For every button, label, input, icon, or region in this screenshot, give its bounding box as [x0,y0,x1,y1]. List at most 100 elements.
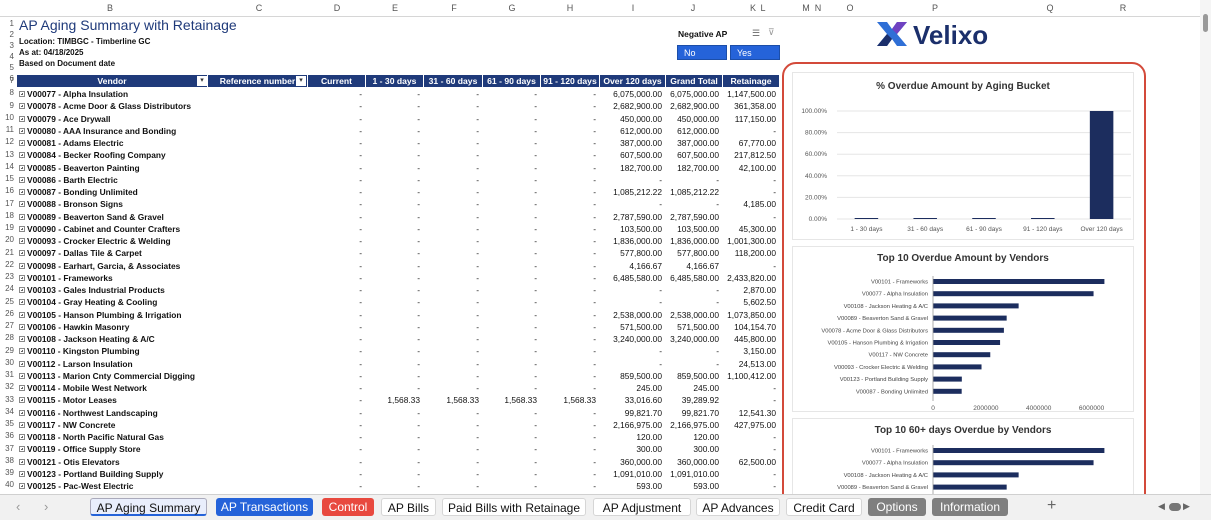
amount-cell[interactable]: - [424,149,479,161]
amount-cell[interactable]: 2,682,900.00 [666,100,719,112]
amount-cell[interactable]: - [308,100,362,112]
amount-cell[interactable]: - [666,174,719,186]
expand-plus-icon[interactable] [19,483,25,489]
expand-plus-icon[interactable] [19,238,25,244]
amount-cell[interactable]: - [366,100,420,112]
amount-cell[interactable]: - [483,211,537,223]
column-letter[interactable]: N [810,0,826,17]
amount-cell[interactable]: - [366,272,420,284]
row-number[interactable]: 11 [0,125,14,134]
amount-cell[interactable]: - [308,223,362,235]
amount-cell[interactable]: 1,836,000.00 [666,235,719,247]
amount-cell[interactable]: 612,000.00 [600,125,662,137]
expand-plus-icon[interactable] [19,385,25,391]
amount-cell[interactable]: - [308,149,362,161]
row-number[interactable]: 28 [0,333,14,342]
amount-cell[interactable]: - [483,370,537,382]
amount-cell[interactable]: 1,568.33 [483,394,537,406]
column-letter[interactable]: D [329,0,345,17]
amount-cell[interactable]: - [366,321,420,333]
expand-plus-icon[interactable] [19,103,25,110]
amount-cell[interactable]: - [483,480,537,492]
row-number[interactable]: 5 [0,63,14,72]
amount-cell[interactable]: 607,500.00 [666,149,719,161]
amount-cell[interactable]: 245.00 [666,382,719,394]
amount-cell[interactable]: - [366,247,420,259]
column-letter[interactable]: I [625,0,641,17]
bar[interactable] [933,376,962,382]
amount-cell[interactable]: - [308,235,362,247]
bar[interactable] [933,448,1105,453]
amount-cell[interactable]: 120.00 [666,431,719,443]
amount-cell[interactable]: - [541,358,596,370]
bar[interactable] [933,484,1007,490]
amount-cell[interactable]: 361,358.00 [723,100,776,112]
amount-cell[interactable]: - [366,186,420,198]
chart-top10-overdue[interactable]: Top 10 Overdue Amount by Vendors V00101 … [792,246,1134,412]
amount-cell[interactable]: - [366,125,420,137]
amount-cell[interactable]: 445,800.00 [723,333,776,345]
row-number[interactable]: 2 [0,30,14,39]
scroll-right-icon[interactable]: ▶ [1183,501,1190,512]
amount-cell[interactable]: - [424,431,479,443]
amount-cell[interactable]: - [308,174,362,186]
vendor-cell[interactable]: V00078 - Acme Door & Glass Distributors [19,100,191,112]
vendor-cell[interactable]: V00116 - Northwest Landscaping [19,407,158,419]
expand-plus-icon[interactable] [19,323,25,330]
vendor-cell[interactable]: V00121 - Otis Elevators [19,456,120,468]
amount-cell[interactable]: - [424,382,479,394]
amount-cell[interactable]: 577,800.00 [600,247,662,259]
row-number[interactable]: 30 [0,358,14,367]
spreadsheet-grid[interactable]: BCDEFGHIJKLMNOPQR 1 2 3 4 5 6 7 8 9 10 11 12 13 14 15 1… [0,0,1211,494]
next-sheet-icon[interactable]: › [44,499,48,514]
amount-cell[interactable]: 607,500.00 [600,149,662,161]
amount-cell[interactable]: - [483,296,537,308]
bar[interactable] [1031,218,1055,219]
amount-cell[interactable]: 2,538,000.00 [666,309,719,321]
amount-cell[interactable]: - [308,358,362,370]
amount-cell[interactable]: 1,568.33 [424,394,479,406]
amount-cell[interactable]: - [600,358,662,370]
amount-cell[interactable]: - [483,223,537,235]
vendor-cell[interactable]: V00112 - Larson Insulation [19,358,133,370]
row-number[interactable]: 12 [0,137,14,146]
amount-cell[interactable]: - [541,113,596,125]
amount-cell[interactable]: - [424,137,479,149]
expand-plus-icon[interactable] [19,434,25,440]
row-number[interactable]: 37 [0,444,14,453]
expand-plus-icon[interactable] [19,213,25,220]
amount-cell[interactable]: 4,185.00 [723,198,776,210]
vendor-cell[interactable]: V00106 - Hawkin Masonry [19,321,129,333]
amount-cell[interactable]: - [483,468,537,480]
amount-cell[interactable]: 182,700.00 [600,162,662,174]
amount-cell[interactable]: 39,289.92 [666,394,719,406]
amount-cell[interactable]: - [366,284,420,296]
column-header[interactable]: 31 - 60 days [424,75,482,87]
amount-cell[interactable]: - [666,284,719,296]
column-letter[interactable]: L [755,0,771,17]
expand-plus-icon[interactable] [19,250,25,257]
amount-cell[interactable]: 2,787,590.00 [600,211,662,223]
expand-plus-icon[interactable] [19,348,25,355]
amount-cell[interactable]: - [366,382,420,394]
row-number[interactable]: 1 [0,19,14,28]
row-number[interactable]: 13 [0,150,14,159]
amount-cell[interactable]: - [600,284,662,296]
amount-cell[interactable]: - [483,382,537,394]
amount-cell[interactable]: - [366,149,420,161]
bar[interactable] [933,315,1007,321]
amount-cell[interactable]: 2,870.00 [723,284,776,296]
amount-cell[interactable]: 182,700.00 [666,162,719,174]
bar[interactable] [1089,111,1114,219]
amount-cell[interactable]: - [424,186,479,198]
amount-cell[interactable]: - [366,456,420,468]
amount-cell[interactable]: - [483,272,537,284]
row-number[interactable]: 19 [0,223,14,232]
amount-cell[interactable]: 117,150.00 [723,113,776,125]
vendor-cell[interactable]: V00084 - Becker Roofing Company [19,149,166,161]
bar[interactable] [933,327,1004,333]
column-letter[interactable]: P [927,0,943,17]
amount-cell[interactable]: 571,500.00 [666,321,719,333]
expand-plus-icon[interactable] [19,201,25,208]
column-header[interactable]: Retainage [723,75,779,87]
